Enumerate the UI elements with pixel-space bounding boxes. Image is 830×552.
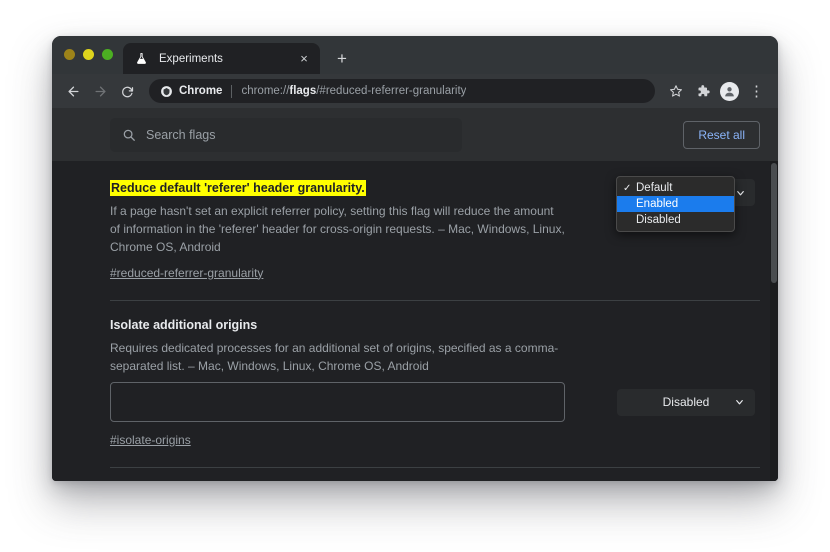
extensions-puzzle-icon[interactable] <box>690 79 715 104</box>
search-flags-input[interactable]: Search flags <box>110 117 462 152</box>
flag-select-dropdown[interactable]: ✓ Default Enabled Disabled <box>616 176 755 232</box>
window-traffic-lights <box>64 49 113 60</box>
flag-control: Disabled <box>565 317 755 416</box>
flag-title: Isolate additional origins <box>110 317 258 332</box>
isolate-origins-input[interactable] <box>110 382 565 423</box>
dropdown-option-default[interactable]: ✓ Default <box>617 180 734 196</box>
page-scrollbar-track[interactable] <box>770 161 778 481</box>
search-icon <box>122 128 136 142</box>
tab-title: Experiments <box>159 52 223 65</box>
flag-permalink[interactable]: #reduced-referrer-granularity <box>110 266 263 280</box>
page-scrollbar-thumb[interactable] <box>771 163 777 283</box>
browser-toolbar: Chrome chrome://flags/#reduced-referrer-… <box>52 74 778 108</box>
reload-button[interactable] <box>115 79 140 104</box>
chevron-down-icon <box>734 397 745 408</box>
flag-divider <box>110 467 760 469</box>
checkmark-icon: ✓ <box>623 182 632 194</box>
flag-entry-reduced-referrer-granularity: Reduce default 'referer' header granular… <box>110 176 760 286</box>
zoom-window-button[interactable] <box>102 49 113 60</box>
new-tab-button[interactable]: + <box>328 44 356 72</box>
flag-control: ✓ Default Enabled Disabled <box>565 176 755 232</box>
chevron-down-icon <box>735 187 746 198</box>
flag-title: Reduce default 'referer' header granular… <box>110 180 366 196</box>
dropdown-option-label: Default <box>636 182 673 194</box>
flag-description: Requires dedicated processes for an addi… <box>110 340 559 373</box>
close-tab-button[interactable]: × <box>296 51 312 67</box>
url-bold-segment: flags <box>289 85 317 97</box>
flags-content-area: Reduce default 'referer' header granular… <box>52 161 778 481</box>
screenshot-root: Experiments × + Chrome chrome://flags/#r… <box>0 0 830 552</box>
browser-window: Experiments × + Chrome chrome://flags/#r… <box>52 36 778 481</box>
flag-main: Reduce default 'referer' header granular… <box>110 179 565 282</box>
omnibox-chip-label: Chrome <box>179 85 223 97</box>
dropdown-options-popup: ✓ Default Enabled Disabled <box>616 176 735 232</box>
url-prefix: chrome:// <box>241 85 290 97</box>
back-button[interactable] <box>61 79 86 104</box>
bookmark-star-icon[interactable] <box>663 79 688 104</box>
flag-select-disabled[interactable]: Disabled <box>617 388 755 416</box>
flag-permalink[interactable]: #isolate-origins <box>110 433 191 447</box>
flag-divider <box>110 299 760 301</box>
forward-button[interactable] <box>88 79 113 104</box>
flag-title-wrap: Reduce default 'referer' header granular… <box>110 179 565 197</box>
url-suffix: /#reduced-referrer-granularity <box>316 85 467 97</box>
tab-strip: Experiments × + <box>52 36 778 74</box>
dropdown-option-label: Enabled <box>636 198 679 210</box>
browser-tab-experiments[interactable]: Experiments × <box>123 43 320 74</box>
dropdown-option-disabled[interactable]: Disabled <box>617 212 734 228</box>
flags-search-header: Search flags Reset all <box>52 108 778 161</box>
minimize-window-button[interactable] <box>83 49 94 60</box>
close-window-button[interactable] <box>64 49 75 60</box>
flag-entry-isolate-origins: Isolate additional origins Requires dedi… <box>110 317 760 453</box>
chrome-shield-icon <box>160 85 173 98</box>
dropdown-option-enabled[interactable]: Enabled <box>617 196 734 212</box>
flag-main: Isolate additional origins Requires dedi… <box>110 317 565 449</box>
flask-icon <box>134 51 149 66</box>
omnibox-separator <box>231 84 233 98</box>
omnibox-chip: Chrome <box>160 85 222 98</box>
flag-description: If a page hasn't set an explicit referre… <box>110 204 565 255</box>
profile-avatar[interactable] <box>717 79 742 104</box>
omnibox-url: chrome://flags/#reduced-referrer-granula… <box>241 85 466 97</box>
flag-select-value: Disabled <box>662 395 710 410</box>
address-bar[interactable]: Chrome chrome://flags/#reduced-referrer-… <box>149 79 655 103</box>
avatar <box>720 81 739 101</box>
dropdown-option-label: Disabled <box>636 214 681 226</box>
reset-all-button[interactable]: Reset all <box>683 120 760 149</box>
browser-menu-button[interactable]: ⋮ <box>744 79 769 104</box>
search-placeholder-text: Search flags <box>146 127 216 142</box>
